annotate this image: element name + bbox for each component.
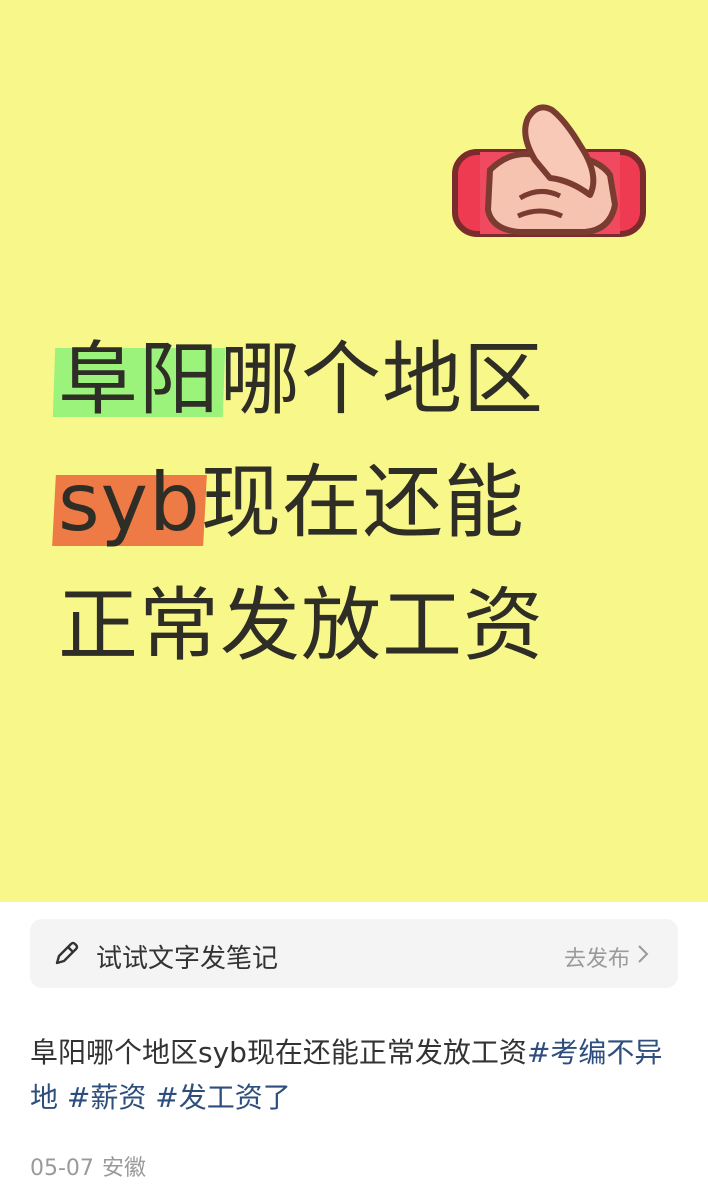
thumbs-up-icon — [452, 104, 646, 237]
post-meta: 05-07 安徽 — [30, 1150, 146, 1182]
headline-line-3: 正常发放工资 — [58, 579, 544, 672]
pencil-icon — [55, 941, 79, 965]
headline-line-1-rest: 哪个地区 — [220, 333, 544, 426]
hashtag-fagongzi[interactable]: #发工资了 — [155, 1081, 290, 1114]
highlight-green: 阜阳 — [58, 318, 220, 441]
post-location: 安徽 — [101, 1156, 146, 1181]
caption-text: 阜阳哪个地区syb现在还能正常发放工资 — [30, 1036, 527, 1069]
text-note-prompt-bar[interactable]: 试试文字发笔记 去发布 — [30, 919, 678, 988]
headline-line-1: 阜阳哪个地区 — [58, 318, 698, 441]
post-date: 05-07 — [30, 1156, 94, 1181]
publish-link[interactable]: 去发布 — [564, 941, 630, 973]
prompt-text: 试试文字发笔记 — [96, 944, 279, 974]
post-caption: 阜阳哪个地区syb现在还能正常发放工资#考编不异地 #薪资 #发工资了 — [30, 1030, 680, 1120]
cover-headline: 阜阳哪个地区 syb现在还能 正常发放工资 — [58, 318, 698, 687]
headline-line-2-rest: 现在还能 — [200, 456, 525, 549]
headline-line-2: syb现在还能 — [58, 441, 698, 564]
highlight-orange: syb — [58, 441, 201, 564]
hashtag-xinzi[interactable]: #薪资 — [67, 1081, 146, 1114]
note-cover-image[interactable]: 阜阳哪个地区 syb现在还能 正常发放工资 — [0, 0, 708, 902]
chevron-right-icon — [638, 945, 649, 963]
